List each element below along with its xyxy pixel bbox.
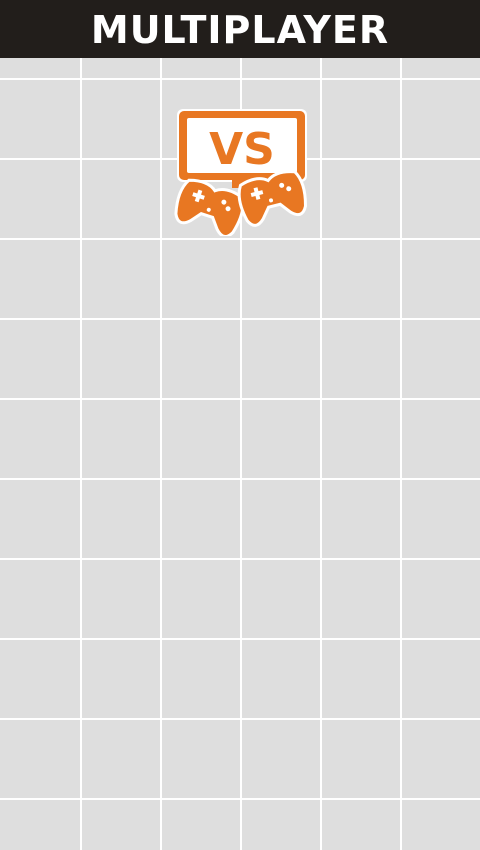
grid-tile	[162, 480, 240, 558]
grid-tile	[322, 400, 400, 478]
grid-tile	[242, 640, 320, 718]
grid-tile	[242, 560, 320, 638]
grid-tile	[402, 80, 480, 158]
grid-tile	[82, 640, 160, 718]
grid-tile	[82, 80, 160, 158]
grid-tile	[162, 58, 240, 78]
grid-tile	[402, 480, 480, 558]
grid-tile	[402, 720, 480, 798]
grid-tile	[322, 800, 400, 850]
grid-tile	[402, 320, 480, 398]
versus-gamepads-icon[interactable]: VS	[174, 106, 312, 238]
grid-tile	[322, 480, 400, 558]
grid-tile	[322, 720, 400, 798]
grid-tile	[242, 240, 320, 318]
grid-tile	[82, 400, 160, 478]
grid-tile	[0, 560, 80, 638]
page-title: MULTIPLAYER	[90, 8, 390, 52]
header-bar: MULTIPLAYER	[0, 0, 480, 58]
grid-tile	[322, 320, 400, 398]
grid-tile	[322, 240, 400, 318]
grid-tile	[0, 480, 80, 558]
grid-tile	[162, 240, 240, 318]
grid-tile	[82, 800, 160, 850]
grid-tile	[162, 400, 240, 478]
grid-tile	[402, 240, 480, 318]
grid-tile	[0, 240, 80, 318]
grid-tile	[0, 640, 80, 718]
grid-tile	[0, 720, 80, 798]
grid-tile	[242, 400, 320, 478]
versus-gamepads-icon-graphic: VS	[174, 109, 307, 238]
grid-tile	[402, 800, 480, 850]
grid-tile	[162, 320, 240, 398]
grid-tile	[322, 80, 400, 158]
grid-tile	[242, 800, 320, 850]
grid-tile	[322, 640, 400, 718]
grid-tile	[0, 58, 80, 78]
grid-tile	[162, 560, 240, 638]
grid-tile	[82, 560, 160, 638]
grid-tile	[0, 80, 80, 158]
vs-label: VS	[209, 124, 275, 175]
grid-tile	[82, 58, 160, 78]
grid-tile	[402, 400, 480, 478]
grid-tile	[402, 640, 480, 718]
grid-tile	[402, 560, 480, 638]
grid-tile	[322, 58, 400, 78]
grid-tile	[82, 320, 160, 398]
grid-tile	[162, 720, 240, 798]
grid-tile	[0, 800, 80, 850]
grid-tile	[162, 800, 240, 850]
grid-tile	[402, 58, 480, 78]
grid-tile	[0, 400, 80, 478]
grid-tile	[322, 160, 400, 238]
grid-tile	[82, 240, 160, 318]
grid-tile	[242, 480, 320, 558]
grid-tile	[82, 720, 160, 798]
grid-tile	[242, 720, 320, 798]
grid-tile	[0, 160, 80, 238]
grid-tile	[322, 560, 400, 638]
grid-tile	[162, 640, 240, 718]
grid-tile	[402, 160, 480, 238]
grid-tile	[242, 320, 320, 398]
grid-tile	[242, 58, 320, 78]
grid-tile	[82, 480, 160, 558]
grid-tile	[82, 160, 160, 238]
grid-tile	[0, 320, 80, 398]
